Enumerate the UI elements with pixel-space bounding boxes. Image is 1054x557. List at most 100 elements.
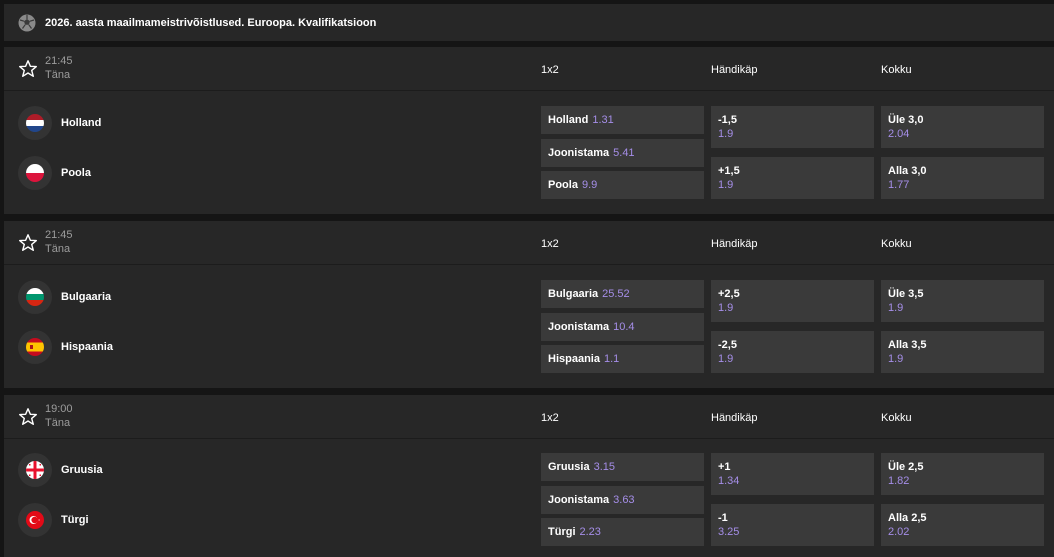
handicap-button-away[interactable]: -2,5 1.9 xyxy=(711,331,874,373)
odd-button-draw[interactable]: Joonistama 5.41 xyxy=(541,139,704,167)
away-team[interactable]: Poola xyxy=(18,156,91,190)
odd-label: Türgi xyxy=(548,526,576,538)
column-handicap-label: Händikäp xyxy=(711,64,758,76)
odd-label: Hispaania xyxy=(548,353,600,365)
team-name: Holland xyxy=(61,117,102,129)
team-name: Poola xyxy=(61,167,91,179)
column-1x2-label: 1x2 xyxy=(541,64,559,76)
match-day: Täna xyxy=(45,417,71,429)
team-name: Hispaania xyxy=(61,341,113,353)
poland-flag-icon xyxy=(26,164,44,182)
odd-value: 1.34 xyxy=(718,475,740,487)
odd-label: Üle 3,0 xyxy=(888,114,924,126)
total-over-button[interactable]: Üle 3,0 2.04 xyxy=(881,106,1044,148)
odd-label: Alla 2,5 xyxy=(888,512,927,524)
team-name: Türgi xyxy=(61,514,89,526)
odd-value: 1.1 xyxy=(603,353,620,365)
handicap-button-away[interactable]: +1,5 1.9 xyxy=(711,157,874,199)
odd-value: 10.4 xyxy=(613,321,635,333)
total-over-button[interactable]: Üle 2,5 1.82 xyxy=(881,453,1044,495)
match-card: 21:45 Täna 1x2 Händikäp Kokku Bulgaaria … xyxy=(4,221,1054,388)
away-team[interactable]: Türgi xyxy=(18,503,89,537)
odd-label: Alla 3,0 xyxy=(888,165,927,177)
odd-value: 2.23 xyxy=(579,526,601,538)
competition-title: 2026. aasta maailmameistrivõistlused. Eu… xyxy=(45,16,377,29)
team-flag xyxy=(18,280,52,314)
handicap-button-home[interactable]: +2,5 1.9 xyxy=(711,280,874,322)
team-name: Gruusia xyxy=(61,464,103,476)
handicap-button-home[interactable]: +1 1.34 xyxy=(711,453,874,495)
turkey-flag-icon xyxy=(26,511,44,529)
odd-label: -1,5 xyxy=(718,114,737,126)
odd-button-home[interactable]: Holland 1.31 xyxy=(541,106,704,134)
total-over-button[interactable]: Üle 3,5 1.9 xyxy=(881,280,1044,322)
column-1x2-label: 1x2 xyxy=(541,412,559,424)
handicap-button-home[interactable]: -1,5 1.9 xyxy=(711,106,874,148)
total-under-button[interactable]: Alla 2,5 2.02 xyxy=(881,504,1044,546)
match-time: 19:00 xyxy=(45,403,73,415)
odd-value: 1.82 xyxy=(888,475,910,487)
odd-value: 1.9 xyxy=(718,302,734,314)
match-time: 21:45 xyxy=(45,229,73,241)
team-flag xyxy=(18,453,52,487)
home-team[interactable]: Holland xyxy=(18,106,102,140)
odd-button-away[interactable]: Poola 9.9 xyxy=(541,171,704,199)
match-time: 21:45 xyxy=(45,55,73,67)
odd-label: Gruusia xyxy=(548,461,590,473)
odd-label: Holland xyxy=(548,114,589,126)
total-under-button[interactable]: Alla 3,0 1.77 xyxy=(881,157,1044,199)
match-header: 21:45 Täna 1x2 Händikäp Kokku xyxy=(4,221,1054,265)
odd-label: +1,5 xyxy=(718,165,740,177)
favorite-star-icon[interactable] xyxy=(18,407,38,427)
favorite-star-icon[interactable] xyxy=(18,233,38,253)
team-name: Bulgaaria xyxy=(61,291,112,303)
georgia-flag-icon xyxy=(26,461,44,479)
match-card: 19:00 Täna 1x2 Händikäp Kokku Gruusia Tü… xyxy=(4,395,1054,557)
football-icon xyxy=(18,14,36,31)
column-handicap-label: Händikäp xyxy=(711,238,758,250)
odd-label: Bulgaaria xyxy=(548,288,599,300)
team-flag xyxy=(18,330,52,364)
odd-label: -2,5 xyxy=(718,339,737,351)
total-under-button[interactable]: Alla 3,5 1.9 xyxy=(881,331,1044,373)
odd-label: Joonistama xyxy=(548,321,610,333)
match-header: 19:00 Täna 1x2 Händikäp Kokku xyxy=(4,395,1054,439)
column-total-label: Kokku xyxy=(881,412,912,424)
match-header: 21:45 Täna 1x2 Händikäp Kokku xyxy=(4,47,1054,91)
odd-button-draw[interactable]: Joonistama 10.4 xyxy=(541,313,704,341)
column-total-label: Kokku xyxy=(881,64,912,76)
odd-value: 9.9 xyxy=(581,179,598,191)
odd-button-home[interactable]: Gruusia 3.15 xyxy=(541,453,704,481)
column-handicap-label: Händikäp xyxy=(711,412,758,424)
home-team[interactable]: Gruusia xyxy=(18,453,103,487)
handicap-button-away[interactable]: -1 3.25 xyxy=(711,504,874,546)
odd-label: Joonistama xyxy=(548,494,610,506)
team-flag xyxy=(18,106,52,140)
odd-label: -1 xyxy=(718,512,728,524)
odd-value: 1.9 xyxy=(718,128,734,140)
bulgaria-flag-icon xyxy=(26,288,44,306)
netherlands-flag-icon xyxy=(26,114,44,132)
match-day: Täna xyxy=(45,243,71,255)
odd-value: 5.41 xyxy=(613,147,635,159)
odd-label: Poola xyxy=(548,179,578,191)
odd-value: 2.02 xyxy=(888,526,910,538)
odd-value: 1.9 xyxy=(888,353,904,365)
match-card: 21:45 Täna 1x2 Händikäp Kokku Holland Po… xyxy=(4,47,1054,214)
odd-label: Üle 2,5 xyxy=(888,461,924,473)
competition-header[interactable]: 2026. aasta maailmameistrivõistlused. Eu… xyxy=(4,4,1054,41)
odd-button-away[interactable]: Türgi 2.23 xyxy=(541,518,704,546)
away-team[interactable]: Hispaania xyxy=(18,330,113,364)
odd-value: 3.25 xyxy=(718,526,740,538)
odd-button-away[interactable]: Hispaania 1.1 xyxy=(541,345,704,373)
odd-value: 2.04 xyxy=(888,128,910,140)
odd-button-home[interactable]: Bulgaaria 25.52 xyxy=(541,280,704,308)
odd-value: 3.63 xyxy=(613,494,635,506)
home-team[interactable]: Bulgaaria xyxy=(18,280,112,314)
team-flag xyxy=(18,156,52,190)
odd-value: 1.77 xyxy=(888,179,910,191)
team-flag xyxy=(18,503,52,537)
odd-value: 3.15 xyxy=(593,461,615,473)
favorite-star-icon[interactable] xyxy=(18,59,38,79)
odd-button-draw[interactable]: Joonistama 3.63 xyxy=(541,486,704,514)
